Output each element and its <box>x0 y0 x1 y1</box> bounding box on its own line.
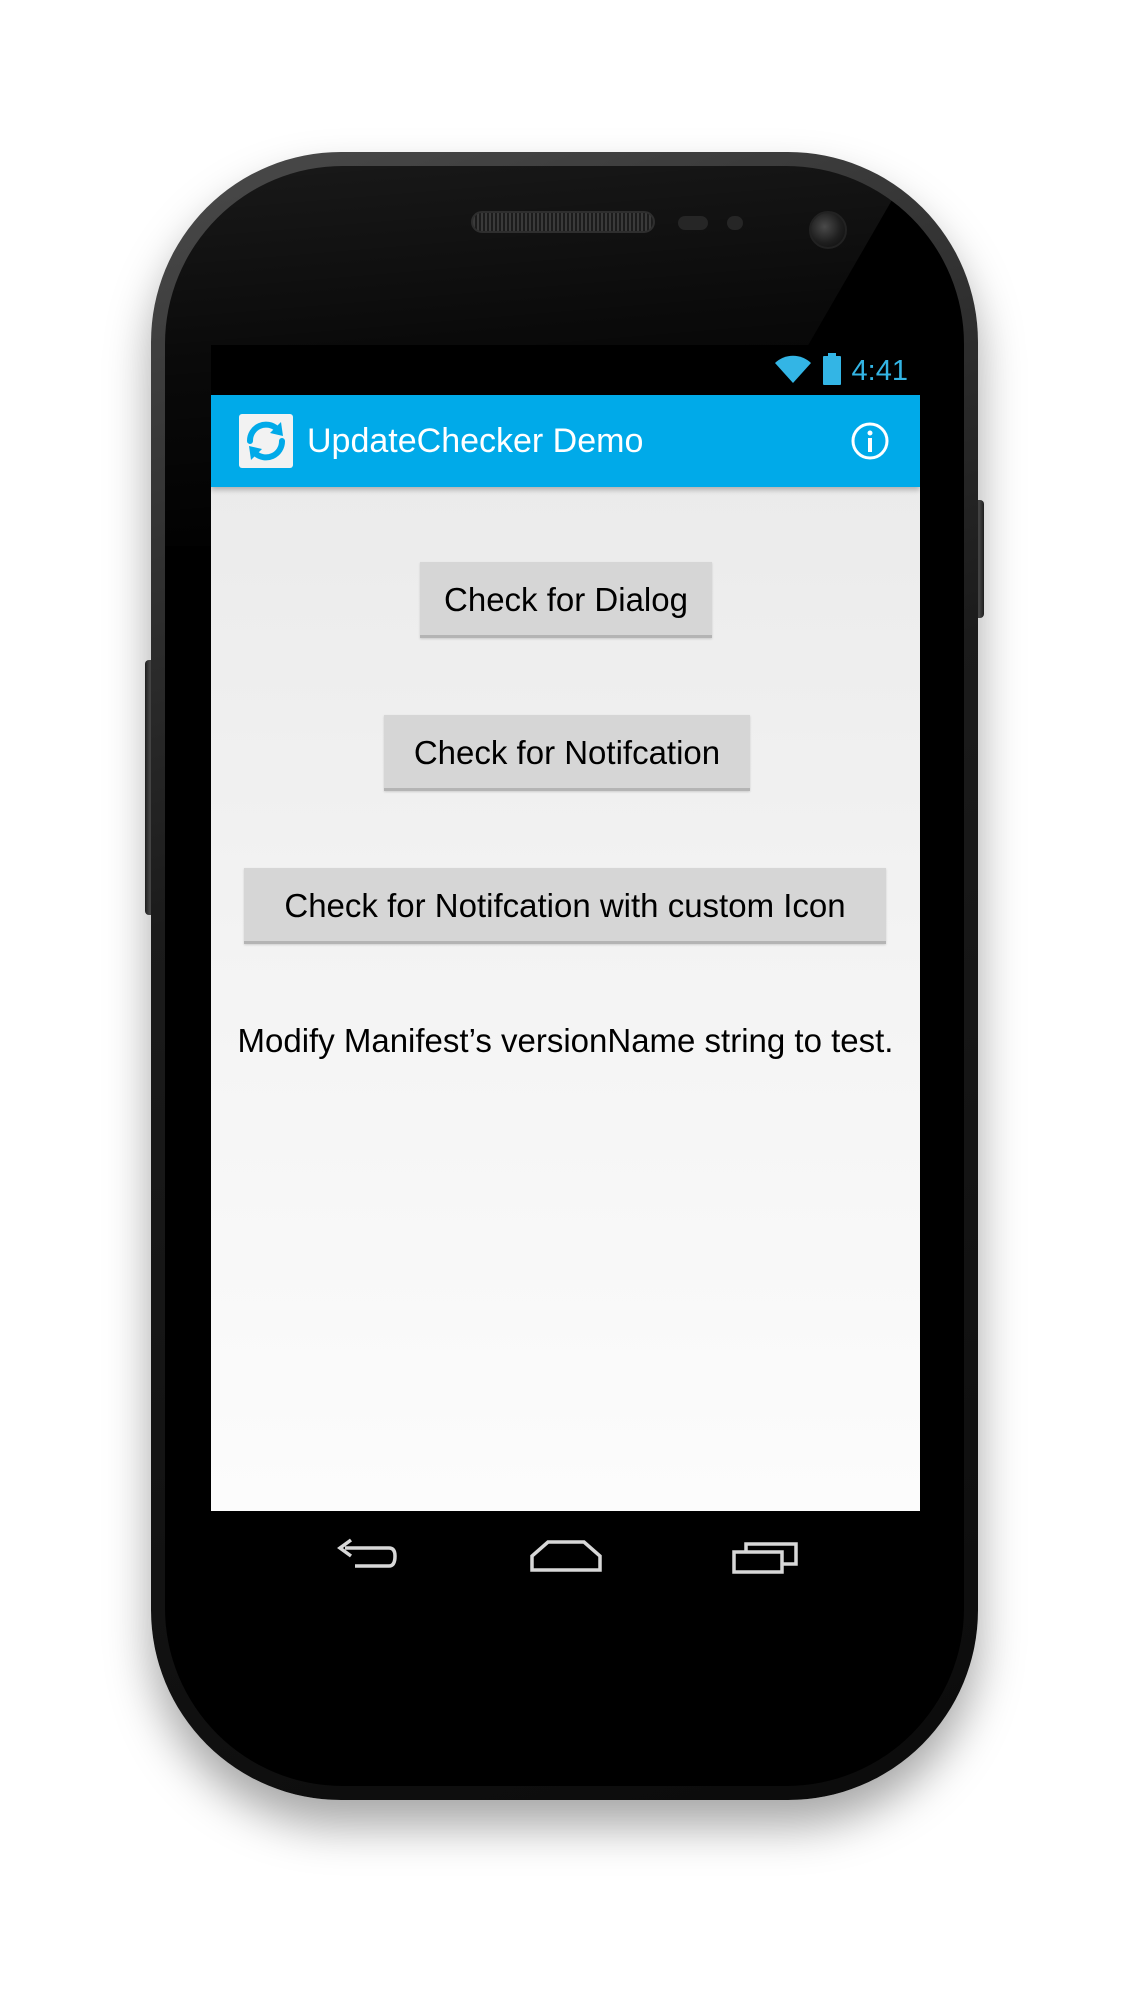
status-bar: 4:41 <box>211 345 920 395</box>
wifi-icon <box>774 354 812 389</box>
navigation-bar <box>211 1511 920 1605</box>
check-notification-button[interactable]: Check for Notifcation <box>384 715 750 791</box>
info-button[interactable] <box>850 421 890 461</box>
home-button[interactable] <box>526 1531 606 1585</box>
recent-apps-button[interactable] <box>726 1531 806 1585</box>
app-icon[interactable] <box>239 414 293 468</box>
status-time: 4:41 <box>851 355 908 387</box>
back-icon <box>331 1536 401 1581</box>
screen: 4:41 UpdateChecker Demo Check for Dialog… <box>211 345 920 1605</box>
earpiece-speaker <box>471 211 655 233</box>
device-frame: 4:41 UpdateChecker Demo Check for Dialog… <box>0 0 1148 1994</box>
action-bar: UpdateChecker Demo <box>211 395 920 487</box>
app-title: UpdateChecker Demo <box>307 422 644 460</box>
refresh-icon <box>239 421 293 472</box>
home-icon <box>528 1536 604 1581</box>
recent-apps-icon <box>730 1536 802 1581</box>
check-notification-custom-icon-button[interactable]: Check for Notifcation with custom Icon <box>244 868 886 944</box>
battery-icon <box>822 352 842 390</box>
back-button[interactable] <box>326 1531 406 1585</box>
proximity-sensor <box>678 216 708 230</box>
hint-text: Modify Manifest’s versionName string to … <box>237 1022 894 1059</box>
light-sensor <box>727 216 743 230</box>
info-icon <box>850 422 890 465</box>
main-content: Check for Dialog Check for Notifcation C… <box>211 487 920 1511</box>
check-dialog-button[interactable]: Check for Dialog <box>420 562 712 638</box>
front-camera <box>809 211 847 249</box>
